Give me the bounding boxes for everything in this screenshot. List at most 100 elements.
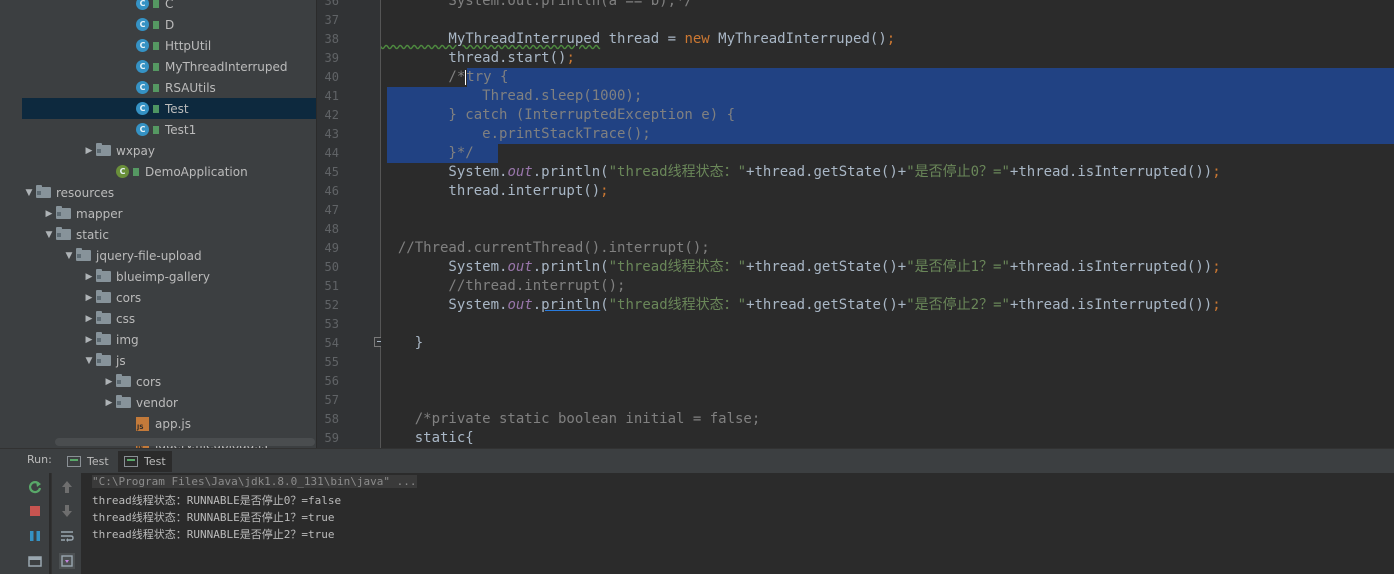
tree-item[interactable]: C HttpUtil bbox=[0, 35, 316, 56]
console-line: thread线程状态：RUNNABLE是否停止1？=true bbox=[92, 511, 335, 524]
scroll-to-end-icon[interactable] bbox=[59, 553, 75, 569]
tree-item-label: Test bbox=[165, 101, 189, 116]
tree-item-label: blueimp-gallery bbox=[116, 269, 210, 284]
code-line-51: //thread.interrupt(); bbox=[381, 278, 626, 294]
line-number: 53 bbox=[324, 317, 339, 331]
console-line-command: "C:\Program Files\Java\jdk1.8.0_131\bin\… bbox=[92, 475, 417, 488]
tree-item[interactable]: ▶ cors bbox=[0, 287, 316, 308]
arrow-up-icon[interactable] bbox=[59, 479, 75, 495]
java-class-icon: C bbox=[136, 39, 149, 52]
java-class-icon: C bbox=[136, 81, 149, 94]
code-line-59: static{ bbox=[381, 430, 474, 446]
collapsed-arrow-icon[interactable]: ▶ bbox=[42, 203, 56, 224]
access-modifier-icon bbox=[133, 167, 139, 176]
java-class-icon: C bbox=[136, 0, 149, 10]
folder-icon bbox=[56, 206, 71, 219]
restore-layout-icon[interactable] bbox=[27, 553, 43, 569]
run-tab-label: Test bbox=[87, 455, 109, 468]
run-panel-header: Run: Test Test bbox=[0, 448, 1394, 473]
tree-horizontal-scrollbar[interactable] bbox=[55, 438, 315, 446]
line-number: 38 bbox=[324, 32, 339, 46]
line-number: 52 bbox=[324, 298, 339, 312]
tree-item-label: vendor bbox=[136, 395, 178, 410]
expanded-arrow-icon[interactable]: ▼ bbox=[82, 350, 96, 371]
tree-item[interactable]: CC bbox=[0, 0, 316, 14]
folder-icon bbox=[96, 332, 111, 345]
tree-item-label: RSAUtils bbox=[165, 80, 216, 95]
console-output[interactable]: "C:\Program Files\Java\jdk1.8.0_131\bin\… bbox=[81, 473, 1394, 574]
tree-item[interactable]: ▶ img bbox=[0, 329, 316, 350]
tree-item-label: wxpay bbox=[116, 143, 155, 158]
pause-icon[interactable] bbox=[27, 528, 43, 544]
project-tree[interactable]: C C C D C HttpUtil C MyThreadInterruped C RSAUtil… bbox=[0, 0, 316, 448]
rerun-icon[interactable] bbox=[27, 479, 43, 495]
soft-wrap-icon[interactable] bbox=[59, 528, 75, 544]
code-line-36: System.out.println(a == b);*/ bbox=[381, 0, 693, 9]
expanded-arrow-icon[interactable]: ▼ bbox=[42, 224, 56, 245]
line-number-gutter[interactable]: 36 37 38 39 40 41 42 43 44 45 46 47 48 49 50 51 52 53 54 55… bbox=[317, 0, 380, 448]
tree-item[interactable]: ▼ static bbox=[0, 224, 316, 245]
folder-icon bbox=[96, 311, 111, 324]
line-number: 56 bbox=[324, 374, 339, 388]
tree-item[interactable]: C Test1 bbox=[0, 119, 316, 140]
line-number: 41 bbox=[324, 89, 339, 103]
tree-item[interactable]: C Test bbox=[22, 98, 316, 119]
run-tab-test-1[interactable]: Test bbox=[61, 451, 115, 472]
code-line-39: thread.start(); bbox=[381, 50, 575, 66]
tree-item[interactable]: ▶ vendor bbox=[0, 392, 316, 413]
java-class-icon: C bbox=[136, 123, 149, 136]
access-modifier-icon bbox=[153, 41, 159, 50]
expanded-arrow-icon[interactable]: ▼ bbox=[62, 245, 76, 266]
line-number: 49 bbox=[324, 241, 339, 255]
collapsed-arrow-icon[interactable]: ▶ bbox=[82, 308, 96, 329]
tree-item[interactable]: ▶ cors bbox=[0, 371, 316, 392]
tree-item-label: MyThreadInterruped bbox=[165, 59, 288, 74]
collapsed-arrow-icon[interactable]: ▶ bbox=[82, 140, 96, 161]
collapsed-arrow-icon[interactable]: ▶ bbox=[102, 392, 116, 413]
tree-item[interactable]: app.js bbox=[0, 413, 316, 434]
tree-item[interactable]: C DemoApplication bbox=[0, 161, 316, 182]
collapsed-arrow-icon[interactable]: ▶ bbox=[102, 371, 116, 392]
tree-item[interactable]: C RSAUtils bbox=[0, 77, 316, 98]
collapsed-arrow-icon[interactable]: ▶ bbox=[82, 287, 96, 308]
collapsed-arrow-icon[interactable]: ▶ bbox=[82, 329, 96, 350]
line-number: 44 bbox=[324, 146, 339, 160]
code-line-50: System.out.println("thread线程状态："+thread.… bbox=[381, 259, 1221, 275]
folder-icon bbox=[76, 248, 91, 261]
tree-item[interactable]: ▶ blueimp-gallery bbox=[0, 266, 316, 287]
code-line-44: }*/ bbox=[381, 145, 474, 161]
tree-item[interactable]: CD bbox=[0, 14, 316, 35]
tree-item[interactable]: ▼ jquery-file-upload bbox=[0, 245, 316, 266]
code-line-45: System.out.println("thread线程状态："+thread.… bbox=[381, 164, 1221, 180]
tree-item-label: DemoApplication bbox=[145, 164, 248, 179]
tree-item-label: mapper bbox=[76, 206, 123, 221]
expanded-arrow-icon[interactable]: ▼ bbox=[22, 182, 36, 203]
code-line-40: /*try { bbox=[381, 69, 509, 85]
spring-class-icon: C bbox=[116, 165, 129, 178]
tree-item[interactable]: ▶ css bbox=[0, 308, 316, 329]
stop-icon[interactable] bbox=[27, 503, 43, 519]
line-number: 37 bbox=[324, 13, 339, 27]
java-class-icon: C bbox=[136, 18, 149, 31]
tree-item[interactable]: ▼ resources bbox=[0, 182, 316, 203]
tree-item[interactable]: C MyThreadInterruped bbox=[0, 56, 316, 77]
code-line-42: } catch (InterruptedException e) { bbox=[381, 107, 736, 123]
collapsed-arrow-icon[interactable]: ▶ bbox=[82, 266, 96, 287]
tree-item-label: css bbox=[116, 311, 136, 326]
folder-icon bbox=[96, 143, 111, 156]
line-number: 51 bbox=[324, 279, 339, 293]
tree-item[interactable]: ▶ wxpay bbox=[0, 140, 316, 161]
code-editor[interactable]: System.out.println(a == b);*/ MyThreadIn… bbox=[381, 0, 1394, 448]
tree-item[interactable]: ▶ mapper bbox=[0, 203, 316, 224]
code-line-38: MyThreadInterruped thread = new MyThread… bbox=[381, 31, 896, 47]
tree-item[interactable]: ▼ js bbox=[0, 350, 316, 371]
arrow-down-icon[interactable] bbox=[59, 503, 75, 519]
javascript-file-icon bbox=[136, 416, 149, 431]
run-tab-test-2[interactable]: Test bbox=[118, 451, 172, 472]
tree-item-label: cors bbox=[136, 374, 162, 389]
line-number: 50 bbox=[324, 260, 339, 274]
